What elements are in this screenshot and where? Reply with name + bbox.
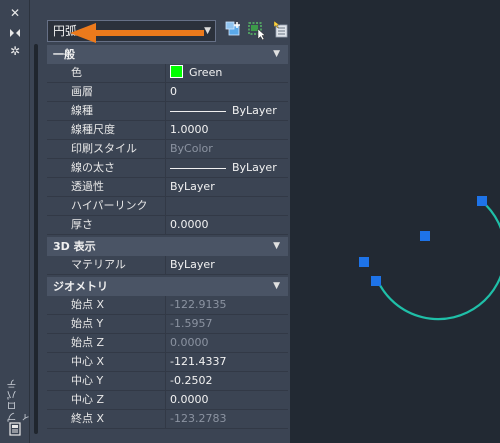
property-name: 画層 [47, 83, 166, 101]
lineweight-preview-icon [170, 167, 226, 169]
property-row-start-y[interactable]: 始点 Y -1.5957 [47, 315, 288, 334]
section-title: 3D 表示 [53, 240, 96, 253]
property-row-hyperlink[interactable]: ハイパーリンク [47, 197, 288, 216]
property-name: 線種尺度 [47, 121, 166, 139]
settings-icon[interactable]: ✲ [8, 44, 22, 58]
property-grid: 一般 ▼ 色 Green 画層 0 線種 ByLayer 線種尺度 1.0000… [47, 45, 288, 429]
palette-title: プロパティ [8, 378, 34, 422]
drawing-canvas[interactable] [290, 0, 500, 443]
property-row-center-x[interactable]: 中心 X -121.4337 [47, 353, 288, 372]
arc-entity[interactable] [376, 199, 500, 321]
property-value [166, 197, 288, 215]
palette-scrollbar[interactable] [34, 44, 38, 434]
select-objects-icon [248, 22, 266, 41]
section-3d-visualization[interactable]: 3D 表示 ▼ [47, 237, 288, 256]
palette-icon[interactable] [8, 422, 22, 436]
autohide-icon[interactable] [8, 26, 22, 40]
section-title: ジオメトリ [53, 280, 108, 293]
close-icon[interactable]: ✕ [8, 6, 22, 20]
property-value[interactable]: -121.4337 [166, 353, 288, 371]
arc-start-grip[interactable] [371, 276, 381, 286]
chevron-down-icon: ▼ [273, 281, 280, 291]
property-value: Green [189, 66, 223, 79]
property-name: 線の太さ [47, 159, 166, 177]
property-name: 色 [47, 64, 166, 82]
property-name: 中心 Z [47, 391, 166, 409]
property-row-layer[interactable]: 画層 0 [47, 83, 288, 102]
property-row-linetype-scale[interactable]: 線種尺度 1.0000 [47, 121, 288, 140]
property-row-color[interactable]: 色 Green [47, 64, 288, 83]
property-row-start-x[interactable]: 始点 X -122.9135 [47, 296, 288, 315]
property-value: ByLayer [166, 178, 288, 196]
toggle-pickadd-icon [273, 20, 288, 38]
property-value: ByLayer [166, 256, 288, 274]
property-value: 0.0000 [166, 334, 288, 352]
palette-title-strip: ✕ ✲ プロパティ [0, 0, 34, 443]
property-value: ByLayer [232, 161, 277, 174]
property-row-center-y[interactable]: 中心 Y -0.2502 [47, 372, 288, 391]
section-title: 一般 [53, 48, 75, 61]
property-value: 0.0000 [166, 216, 288, 234]
property-name: マテリアル [47, 256, 166, 274]
linetype-preview-icon [170, 110, 226, 112]
annotation-arrow-icon [70, 23, 204, 43]
arc-end-grip[interactable] [477, 196, 487, 206]
color-swatch-icon [170, 65, 183, 78]
arc-center-grip[interactable] [420, 231, 430, 241]
quick-select-icon [225, 21, 240, 36]
property-name: 始点 Y [47, 315, 166, 333]
section-geometry[interactable]: ジオメトリ ▼ [47, 277, 288, 296]
chevron-down-icon: ▼ [273, 241, 280, 251]
quick-select-button[interactable] [223, 20, 243, 40]
property-name: 中心 X [47, 353, 166, 371]
property-row-end-x[interactable]: 終点 X -123.2783 [47, 410, 288, 429]
property-name: 厚さ [47, 216, 166, 234]
property-value: -122.9135 [166, 296, 288, 314]
property-row-plot-style[interactable]: 印刷スタイル ByColor [47, 140, 288, 159]
property-row-transparency[interactable]: 透過性 ByLayer [47, 178, 288, 197]
property-value: -123.2783 [166, 410, 288, 428]
property-row-material[interactable]: マテリアル ByLayer [47, 256, 288, 275]
section-general[interactable]: 一般 ▼ [47, 45, 288, 64]
property-row-center-z[interactable]: 中心 Z 0.0000 [47, 391, 288, 410]
property-value: 1.0000 [166, 121, 288, 139]
property-value: ByColor [166, 140, 288, 158]
property-value[interactable]: -0.2502 [166, 372, 288, 390]
property-row-start-z[interactable]: 始点 Z 0.0000 [47, 334, 288, 353]
property-name: 中心 Y [47, 372, 166, 390]
chevron-down-icon: ▼ [204, 26, 211, 36]
property-name: 線種 [47, 102, 166, 120]
property-row-thickness[interactable]: 厚さ 0.0000 [47, 216, 288, 235]
property-value: ByLayer [232, 104, 277, 117]
property-name: 始点 Z [47, 334, 166, 352]
select-objects-button[interactable] [247, 20, 267, 41]
property-name: 透過性 [47, 178, 166, 196]
property-name: 終点 X [47, 410, 166, 428]
property-name: ハイパーリンク [47, 197, 166, 215]
toggle-pickadd-button[interactable] [270, 20, 290, 40]
property-name: 始点 X [47, 296, 166, 314]
arc-mid-grip[interactable] [359, 257, 369, 267]
property-row-lineweight[interactable]: 線の太さ ByLayer [47, 159, 288, 178]
chevron-down-icon: ▼ [273, 49, 280, 59]
property-value: -1.5957 [166, 315, 288, 333]
property-row-linetype[interactable]: 線種 ByLayer [47, 102, 288, 121]
property-name: 印刷スタイル [47, 140, 166, 158]
property-value: 0 [166, 83, 288, 101]
property-value[interactable]: 0.0000 [166, 391, 288, 409]
